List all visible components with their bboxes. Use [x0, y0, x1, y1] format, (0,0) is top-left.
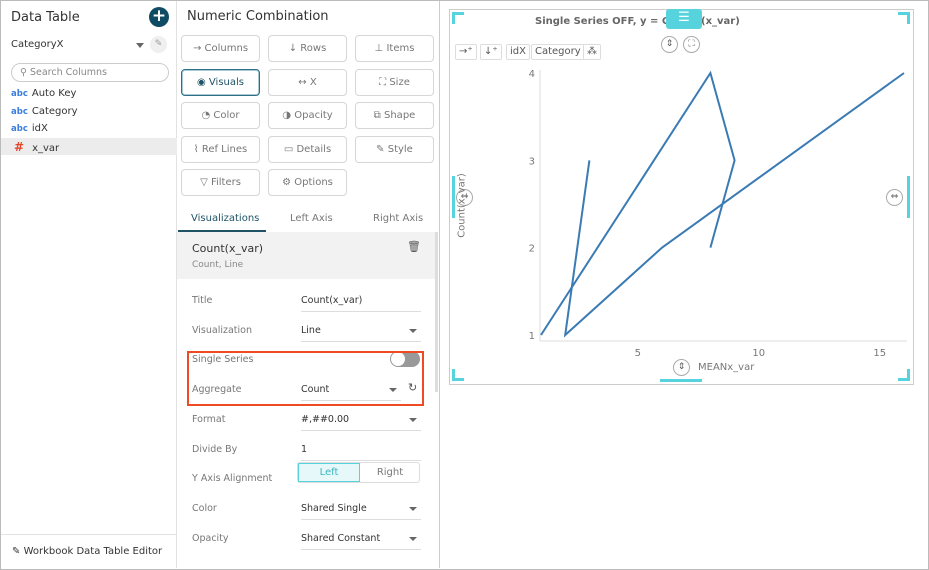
y-tick-label: 1	[529, 331, 535, 342]
line-chart: 1 2 3 4 5 10 15	[529, 69, 907, 359]
resize-handle-left[interactable]	[452, 176, 455, 218]
corner-handle[interactable]	[898, 12, 910, 24]
x-tick-label: 10	[752, 348, 765, 359]
corner-handle[interactable]	[452, 12, 464, 24]
series-line-s1	[563, 72, 905, 338]
chart-title: Single Series OFF, y = COUNT(x_var)	[535, 16, 740, 27]
add-row-button[interactable]: ↓⁺	[480, 44, 502, 60]
horizontal-resize-icon[interactable]: ⇔	[886, 189, 903, 206]
y-axis-label: Count(x_var)	[456, 173, 468, 238]
vertical-resize-icon[interactable]: ⇕	[661, 36, 678, 53]
x-tick-label: 5	[635, 348, 641, 359]
drag-handle[interactable]: ☰	[666, 9, 702, 29]
add-column-button[interactable]: →⁺	[455, 44, 477, 60]
fullscreen-icon[interactable]: ⛶	[683, 36, 700, 53]
corner-handle[interactable]	[452, 369, 464, 381]
y-tick-label: 2	[529, 244, 535, 255]
vertical-resize-icon[interactable]: ⇕	[673, 359, 690, 376]
scatter-add-icon[interactable]: ⁂	[583, 44, 601, 60]
resize-handle-bottom[interactable]	[660, 379, 702, 382]
resize-handle-right[interactable]	[907, 176, 910, 218]
y-tick-label: 4	[529, 69, 535, 80]
category-chip[interactable]: Category	[531, 44, 585, 60]
x-axis-label: MEANx_var	[698, 362, 755, 373]
x-tick-label: 15	[873, 348, 886, 359]
idx-chip[interactable]: idX	[506, 44, 530, 60]
corner-handle[interactable]	[898, 369, 910, 381]
y-tick-label: 3	[529, 156, 535, 167]
